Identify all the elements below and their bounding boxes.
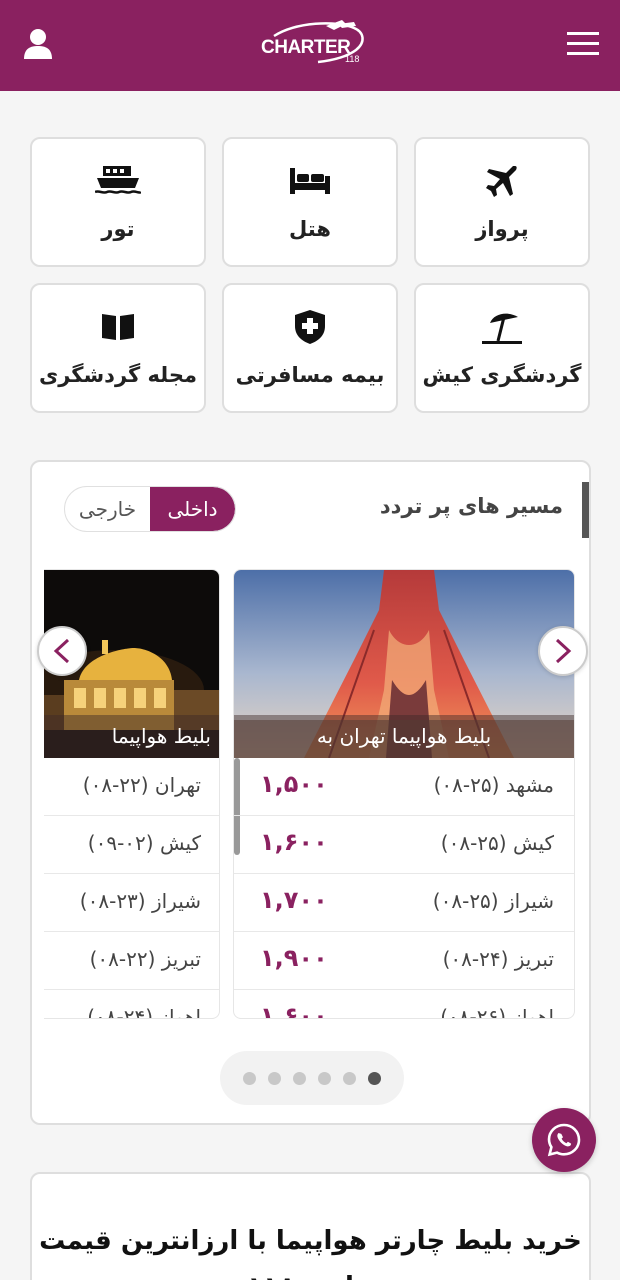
route-row[interactable]: شیراز (۲۳-۰۸) <box>44 874 219 932</box>
service-flight-card[interactable]: پرواز <box>414 137 590 267</box>
route-price: ۱,۹۰۰ <box>260 944 328 972</box>
service-label: گردشگری کیش <box>422 363 582 387</box>
pagination-dot[interactable] <box>318 1071 331 1085</box>
service-insurance-card[interactable]: بیمه مسافرتی <box>222 283 398 413</box>
route-card-caption: بلیط هواپیما تهران به <box>234 715 574 758</box>
service-magazine-card[interactable]: مجله گردشگری <box>30 283 206 413</box>
open-book-icon <box>32 307 204 347</box>
route-price: ۱,۶۰۰ <box>260 1002 328 1019</box>
brand-logo[interactable]: CHARTER 118 <box>256 18 368 70</box>
route-row[interactable]: کیش (۰۲-۰۹) <box>44 816 219 874</box>
beach-umbrella-icon <box>416 307 588 347</box>
whatsapp-icon <box>547 1123 581 1157</box>
intro-title: خرید بلیط چارتر هواپیما با ارزانترین قیم… <box>39 1226 582 1256</box>
route-card-caption: بلیط هواپیما <box>44 715 219 758</box>
route-type-toggle: خارجی داخلی <box>64 486 236 532</box>
route-city: مشهد (۲۵-۰۸) <box>433 773 554 797</box>
service-label: تور <box>101 217 135 241</box>
tab-domestic[interactable]: داخلی <box>150 487 235 531</box>
route-price: ۱,۶۰۰ <box>260 828 328 856</box>
route-city: تبریز (۲۴-۰۸) <box>442 947 554 971</box>
route-city: شیراز (۲۳-۰۸) <box>79 889 201 913</box>
route-row[interactable]: کیش (۲۵-۰۸) ۱,۶۰۰ <box>234 816 574 874</box>
route-row[interactable]: اهواز (۲۴-۰۸) <box>44 990 219 1019</box>
user-icon[interactable] <box>18 22 58 66</box>
route-row[interactable]: تهران (۲۲-۰۸) <box>44 758 219 816</box>
chevron-left-icon <box>53 638 70 664</box>
route-city: تبریز (۲۲-۰۸) <box>89 947 201 971</box>
ship-icon <box>32 161 204 201</box>
pagination-dot[interactable] <box>268 1071 281 1085</box>
route-row[interactable]: تبریز (۲۴-۰۸) ۱,۹۰۰ <box>234 932 574 990</box>
route-list: تهران (۲۲-۰۸) کیش (۰۲-۰۹) شیراز (۲۳-۰۸) … <box>44 758 219 1019</box>
tab-international[interactable]: خارجی <box>65 487 150 531</box>
bed-icon <box>224 161 396 201</box>
route-row[interactable]: شیراز (۲۵-۰۸) ۱,۷۰۰ <box>234 874 574 932</box>
logo-number: 118 <box>345 54 360 64</box>
hamburger-menu-icon[interactable] <box>563 22 603 66</box>
carousel-pagination <box>220 1051 404 1105</box>
service-hotel-card[interactable]: هتل <box>222 137 398 267</box>
route-card[interactable]: بلیط هواپیما تهران به مشهد (۲۵-۰۸) ۱,۵۰۰ … <box>233 569 575 1019</box>
service-kish-card[interactable]: گردشگری کیش <box>414 283 590 413</box>
routes-title: مسیر های پر تردد <box>379 494 563 518</box>
service-label: بیمه مسافرتی <box>235 363 385 387</box>
service-tour-card[interactable]: تور <box>30 137 206 267</box>
chevron-right-icon <box>555 638 572 664</box>
route-price: ۱,۵۰۰ <box>260 770 328 798</box>
service-label: هتل <box>289 217 331 241</box>
app-header: CHARTER 118 <box>0 0 620 91</box>
route-row[interactable]: اهواز (۲۶-۰۸) ۱,۶۰۰ <box>234 990 574 1019</box>
service-label: مجله گردشگری <box>39 363 197 387</box>
route-city: کیش (۰۲-۰۹) <box>87 831 201 855</box>
title-accent-bar <box>582 482 589 538</box>
intro-subtitle: چارتر ۱۱۸ <box>32 1272 589 1280</box>
route-list: مشهد (۲۵-۰۸) ۱,۵۰۰ کیش (۲۵-۰۸) ۱,۶۰۰ شیراز… <box>234 758 574 1019</box>
carousel-prev-button[interactable] <box>37 626 87 676</box>
logo-text: CHARTER <box>261 37 351 58</box>
route-city: شیراز (۲۵-۰۸) <box>432 889 554 913</box>
pagination-dot[interactable] <box>243 1071 256 1085</box>
route-city: تهران (۲۲-۰۸) <box>82 773 201 797</box>
route-city: اهواز (۲۶-۰۸) <box>440 1005 554 1019</box>
pagination-dot[interactable] <box>293 1071 306 1085</box>
route-row[interactable]: مشهد (۲۵-۰۸) ۱,۵۰۰ <box>234 758 574 816</box>
pagination-dot[interactable] <box>343 1071 356 1085</box>
intro-card: خرید بلیط چارتر هواپیما با ارزانترین قیم… <box>30 1172 591 1280</box>
carousel-next-button[interactable] <box>538 626 588 676</box>
route-price: ۱,۷۰۰ <box>260 886 328 914</box>
whatsapp-button[interactable] <box>532 1108 596 1172</box>
route-row[interactable]: تبریز (۲۲-۰۸) <box>44 932 219 990</box>
airplane-icon <box>416 161 588 201</box>
medical-shield-icon <box>224 307 396 347</box>
route-city: کیش (۲۵-۰۸) <box>440 831 554 855</box>
popular-routes-panel: مسیر های پر تردد خارجی داخلی بلیط هواپیم… <box>30 460 591 1125</box>
pagination-dot-active[interactable] <box>368 1071 381 1085</box>
service-label: پرواز <box>475 217 529 241</box>
route-city: اهواز (۲۴-۰۸) <box>87 1005 201 1019</box>
